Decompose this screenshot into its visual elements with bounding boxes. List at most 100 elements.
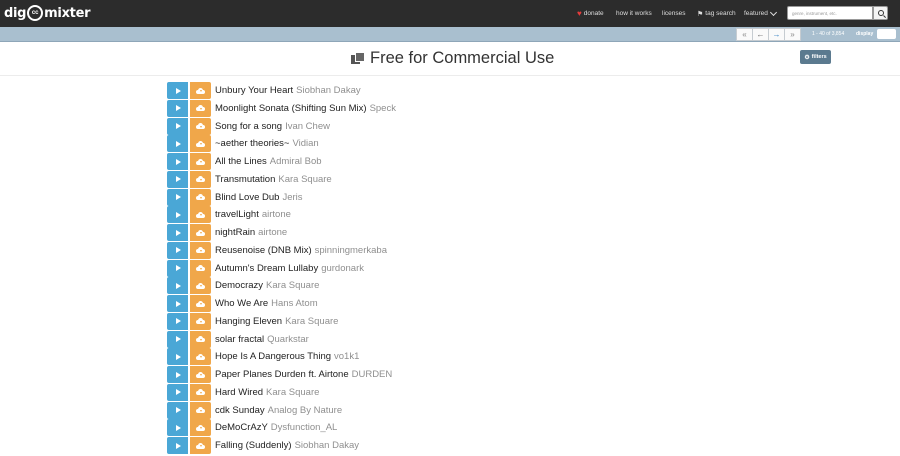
- download-button[interactable]: [190, 99, 211, 117]
- track-title-link[interactable]: DeMoCrAzY: [215, 422, 268, 433]
- download-button[interactable]: [190, 117, 211, 135]
- nav-how-it-works[interactable]: how it works: [616, 0, 652, 27]
- track-title-link[interactable]: Song for a song: [215, 121, 282, 132]
- track-artist-link[interactable]: Vidian: [292, 138, 318, 149]
- cloud-download-icon: [196, 247, 205, 254]
- track-artist-link[interactable]: vo1k1: [334, 351, 359, 362]
- nav-featured-dropdown[interactable]: featured: [744, 0, 777, 27]
- play-button[interactable]: [167, 135, 188, 153]
- download-button[interactable]: [190, 259, 211, 277]
- download-button[interactable]: [190, 82, 211, 99]
- download-button[interactable]: [190, 206, 211, 224]
- filters-button[interactable]: ⚙ filters: [800, 50, 831, 64]
- download-button[interactable]: [190, 437, 211, 454]
- download-button[interactable]: [190, 383, 211, 401]
- pager-next-button[interactable]: →: [768, 28, 785, 41]
- track-title-link[interactable]: Hope Is A Dangerous Thing: [215, 351, 331, 362]
- track-artist-link[interactable]: Siobhan Dakay: [295, 440, 359, 451]
- track-title-link[interactable]: solar fractal: [215, 334, 264, 345]
- track-title-link[interactable]: Reusenoise (DNB Mix): [215, 245, 312, 256]
- track-artist-link[interactable]: Kara Square: [285, 316, 338, 327]
- pager-last-button[interactable]: »: [784, 28, 801, 41]
- download-button[interactable]: [190, 170, 211, 188]
- play-button[interactable]: [167, 330, 188, 348]
- pager-prev-button[interactable]: ←: [752, 28, 769, 41]
- track-artist-link[interactable]: Kara Square: [266, 387, 319, 398]
- play-button[interactable]: [167, 224, 188, 241]
- track-title-link[interactable]: Unbury Your Heart: [215, 85, 293, 96]
- track-title-link[interactable]: nightRain: [215, 227, 255, 238]
- track-artist-link[interactable]: Speck: [370, 103, 396, 114]
- download-button[interactable]: [190, 419, 211, 437]
- play-button[interactable]: [167, 295, 188, 312]
- nav-tag-search[interactable]: ⚑ tag search: [697, 0, 736, 27]
- play-button[interactable]: [167, 312, 188, 330]
- play-button[interactable]: [167, 241, 188, 259]
- display-select[interactable]: [877, 29, 896, 39]
- track-artist-link[interactable]: DURDEN: [352, 369, 393, 380]
- track-artist-link[interactable]: Quarkstar: [267, 334, 309, 345]
- track-title-link[interactable]: travelLight: [215, 209, 259, 220]
- track-artist-link[interactable]: gurdonark: [321, 263, 364, 274]
- dig-ccmixter-logo[interactable]: dig cc mixter: [4, 4, 91, 22]
- play-button[interactable]: [167, 419, 188, 437]
- play-button[interactable]: [167, 366, 188, 383]
- track-artist-link[interactable]: Dysfunction_AL: [271, 422, 338, 433]
- download-button[interactable]: [190, 330, 211, 348]
- download-button[interactable]: [190, 401, 211, 419]
- track-artist-link[interactable]: Siobhan Dakay: [296, 85, 360, 96]
- play-button[interactable]: [167, 188, 188, 206]
- play-button[interactable]: [167, 383, 188, 401]
- track-title-link[interactable]: Blind Love Dub: [215, 192, 279, 203]
- download-button[interactable]: [190, 224, 211, 241]
- track-artist-link[interactable]: Hans Atom: [271, 298, 317, 309]
- track-artist-link[interactable]: Analog By Nature: [268, 405, 342, 416]
- track-artist-link[interactable]: spinningmerkaba: [315, 245, 387, 256]
- track-artist-link[interactable]: Kara Square: [266, 280, 319, 291]
- play-button[interactable]: [167, 437, 188, 454]
- track-title-link[interactable]: Hard Wired: [215, 387, 263, 398]
- track-title-link[interactable]: Falling (Suddenly): [215, 440, 292, 451]
- track-title-link[interactable]: Paper Planes Durden ft. Airtone: [215, 369, 349, 380]
- download-button[interactable]: [190, 348, 211, 366]
- track-artist-link[interactable]: airtone: [258, 227, 287, 238]
- download-button[interactable]: [190, 366, 211, 383]
- play-button[interactable]: [167, 170, 188, 188]
- track-title-link[interactable]: Moonlight Sonata (Shifting Sun Mix): [215, 103, 367, 114]
- track-title-link[interactable]: Democrazy: [215, 280, 263, 291]
- track-artist-link[interactable]: Ivan Chew: [285, 121, 330, 132]
- track-artist-link[interactable]: Admiral Bob: [270, 156, 322, 167]
- play-button[interactable]: [167, 206, 188, 224]
- play-button[interactable]: [167, 277, 188, 295]
- play-button[interactable]: [167, 153, 188, 170]
- track-title-link[interactable]: All the Lines: [215, 156, 267, 167]
- download-button[interactable]: [190, 312, 211, 330]
- download-button[interactable]: [190, 241, 211, 259]
- search-button[interactable]: [873, 6, 888, 20]
- track-artist-link[interactable]: Jeris: [282, 192, 302, 203]
- search-input[interactable]: [787, 6, 873, 20]
- play-button[interactable]: [167, 259, 188, 277]
- track-title-link[interactable]: Transmutation: [215, 174, 275, 185]
- download-button[interactable]: [190, 153, 211, 170]
- pager-first-button[interactable]: «: [736, 28, 753, 41]
- play-button[interactable]: [167, 348, 188, 366]
- play-button[interactable]: [167, 99, 188, 117]
- track-artist-link[interactable]: airtone: [262, 209, 291, 220]
- track-artist-link[interactable]: Kara Square: [278, 174, 331, 185]
- play-button[interactable]: [167, 117, 188, 135]
- nav-licenses[interactable]: licenses: [662, 0, 685, 27]
- track-title-link[interactable]: cdk Sunday: [215, 405, 265, 416]
- download-button[interactable]: [190, 188, 211, 206]
- track-title-link[interactable]: Who We Are: [215, 298, 268, 309]
- play-button[interactable]: [167, 401, 188, 419]
- download-button[interactable]: [190, 295, 211, 312]
- download-button[interactable]: [190, 135, 211, 153]
- track-row: Paper Planes Durden ft. Airtone DURDEN: [167, 366, 392, 383]
- track-title-link[interactable]: Autumn's Dream Lullaby: [215, 263, 318, 274]
- nav-donate[interactable]: ♥ donate: [577, 0, 604, 27]
- download-button[interactable]: [190, 277, 211, 295]
- play-button[interactable]: [167, 82, 188, 99]
- track-title-link[interactable]: Hanging Eleven: [215, 316, 282, 327]
- track-title-link[interactable]: ~aether theories~: [215, 138, 289, 149]
